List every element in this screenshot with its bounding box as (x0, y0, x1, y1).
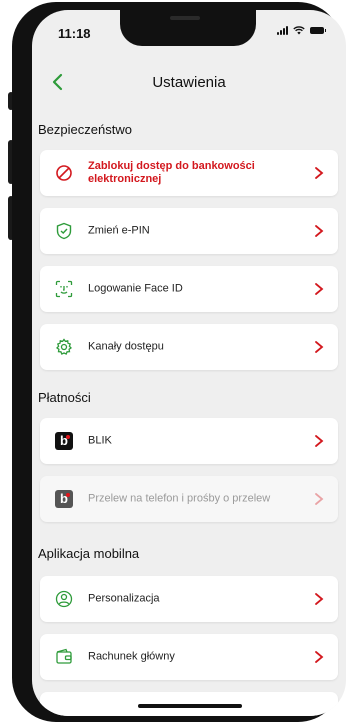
chevron-right-icon (315, 493, 324, 505)
main-account-button[interactable]: Rachunek główny (40, 634, 338, 680)
change-epin-label: Zmień e-PIN (88, 224, 150, 237)
section-title-payments: Płatności (38, 390, 91, 405)
section-title-mobile-app: Aplikacja mobilna (38, 546, 140, 561)
block-icon (54, 163, 74, 183)
blik-icon: b (54, 431, 74, 451)
status-time: 11:18 (58, 26, 91, 41)
gear-icon (54, 337, 74, 357)
blik-label: BLIK (88, 434, 112, 447)
personalization-label: Personalizacja (88, 592, 160, 605)
face-id-login-label: Logowanie Face ID (88, 282, 183, 295)
phone-transfer-button[interactable]: b Przelew na telefon i prośby o przelew (40, 476, 338, 522)
screen: 11:18 Ustawienia Bezpieczeństwo Zablokuj… (32, 10, 346, 716)
blik-icon: b (54, 489, 74, 509)
signal-icon (277, 25, 288, 35)
shield-check-icon (54, 221, 74, 241)
face-id-icon (54, 279, 74, 299)
page-title: Ustawienia (152, 74, 226, 91)
section-title-security: Bezpieczeństwo (38, 122, 132, 137)
chevron-right-icon (315, 593, 324, 605)
top-bar: Ustawienia (32, 64, 346, 104)
chevron-right-icon (315, 225, 324, 237)
personalization-button[interactable]: Personalizacja (40, 576, 338, 622)
blik-button[interactable]: b BLIK (40, 418, 338, 464)
face-id-login-button[interactable]: Logowanie Face ID (40, 266, 338, 312)
phone-frame: 11:18 Ustawienia Bezpieczeństwo Zablokuj… (12, 2, 346, 722)
wallet-icon (54, 647, 74, 667)
chevron-right-icon (315, 167, 324, 179)
phone-transfer-label: Przelew na telefon i prośby o przelew (88, 492, 271, 505)
notch (120, 10, 256, 46)
access-channels-button[interactable]: Kanały dostępu (40, 324, 338, 370)
chevron-right-icon (315, 651, 324, 663)
home-indicator (138, 704, 242, 708)
block-access-label: Zablokuj dostęp do bankowości elektronic… (88, 160, 255, 185)
user-icon (54, 589, 74, 609)
chevron-right-icon (315, 435, 324, 447)
change-epin-button[interactable]: Zmień e-PIN (40, 208, 338, 254)
access-channels-label: Kanały dostępu (88, 340, 164, 353)
chevron-right-icon (315, 283, 324, 295)
battery-icon (310, 26, 326, 34)
block-access-button[interactable]: Zablokuj dostęp do bankowości elektronic… (40, 150, 338, 196)
wifi-icon (293, 25, 305, 34)
main-account-label: Rachunek główny (88, 650, 175, 663)
chevron-right-icon (315, 341, 324, 353)
